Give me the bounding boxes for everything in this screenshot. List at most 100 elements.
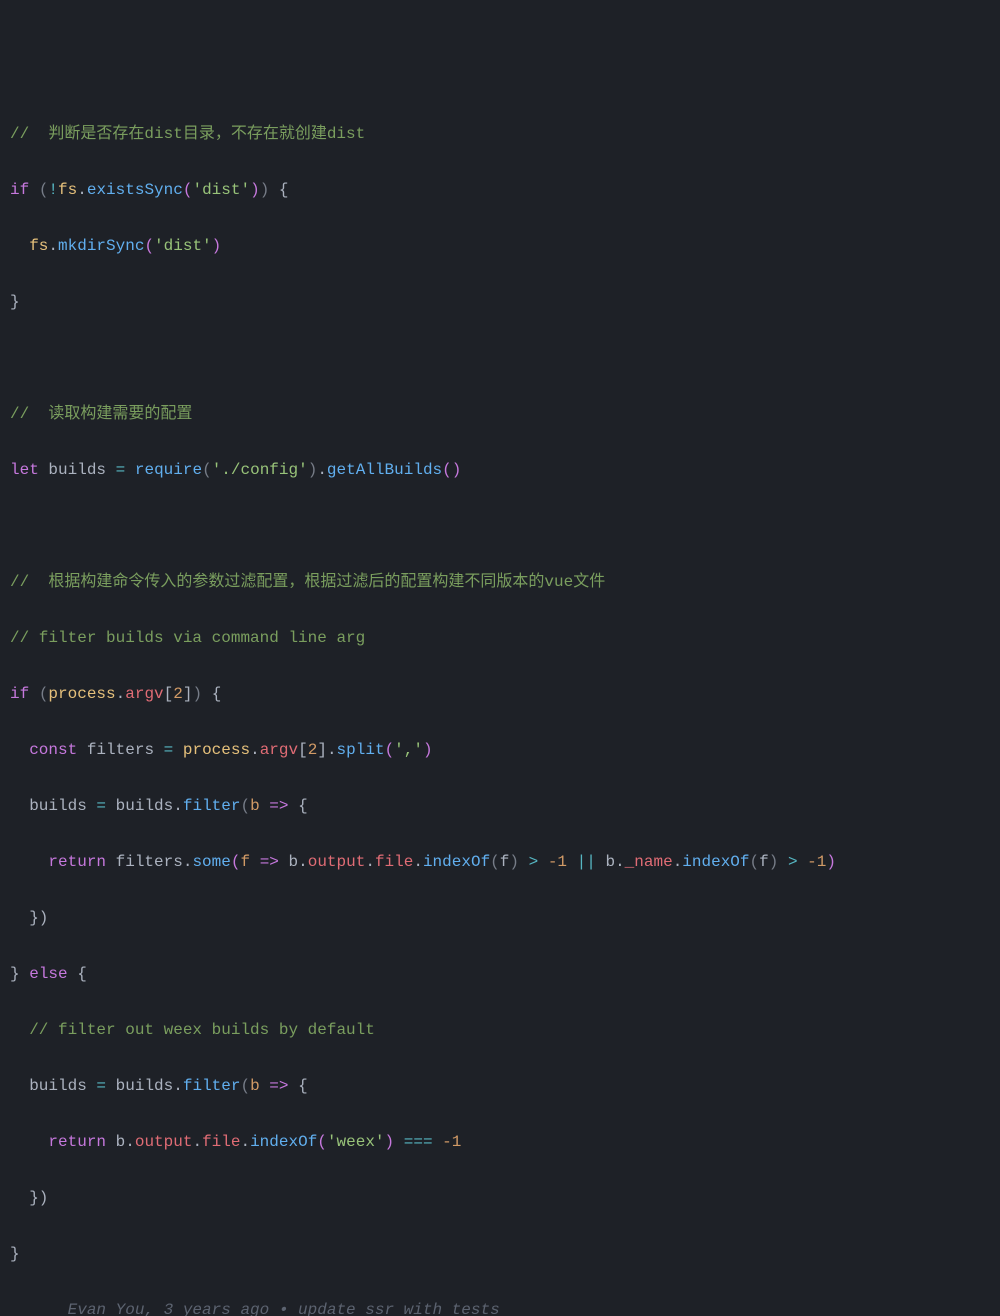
code-line: // filter out weex builds by default — [10, 1016, 990, 1044]
fs-object: fs — [29, 237, 48, 255]
code-line: } — [10, 288, 990, 316]
number: 2 — [173, 685, 183, 703]
code-line: return filters.some(f => b.output.file.i… — [10, 848, 990, 876]
equals-operator: === — [404, 1133, 433, 1151]
variable: builds — [29, 1077, 87, 1095]
argv-property: argv — [260, 741, 298, 759]
param: b — [250, 797, 260, 815]
equals: = — [96, 797, 106, 815]
code-line — [10, 344, 990, 372]
comment: // filter builds via command line arg — [10, 629, 365, 647]
equals: = — [116, 461, 126, 479]
variable: b — [116, 1133, 126, 1151]
code-line: return b.output.file.indexOf('weex') ===… — [10, 1128, 990, 1156]
code-line: // 根据构建命令传入的参数过滤配置，根据过滤后的配置构建不同版本的vue文件 — [10, 568, 990, 596]
code-editor[interactable]: // 判断是否存在dist目录，不存在就创建dist if (!fs.exist… — [10, 92, 990, 1316]
not-operator: ! — [48, 181, 58, 199]
code-line: const filters = process.argv[2].split(',… — [10, 736, 990, 764]
number: -1 — [807, 853, 826, 871]
process-object: process — [48, 685, 115, 703]
code-line: // 判断是否存在dist目录，不存在就创建dist — [10, 120, 990, 148]
string-literal: ',' — [394, 741, 423, 759]
brace: { — [77, 965, 87, 983]
const-keyword: const — [29, 741, 77, 759]
variable: filters — [116, 853, 183, 871]
filter-method: filter — [183, 1077, 241, 1095]
param: b — [250, 1077, 260, 1095]
param: f — [240, 853, 250, 871]
code-line: fs.mkdirSync('dist') — [10, 232, 990, 260]
if-keyword: if — [10, 685, 29, 703]
variable: b — [605, 853, 615, 871]
property: file — [202, 1133, 240, 1151]
return-keyword: return — [48, 1133, 106, 1151]
variable: f — [500, 853, 510, 871]
else-keyword: else — [29, 965, 67, 983]
fs-object: fs — [58, 181, 77, 199]
gt-operator: > — [788, 853, 798, 871]
brace: } — [10, 293, 20, 311]
close: }) — [29, 1189, 48, 1207]
brace: } — [10, 965, 20, 983]
property: file — [375, 853, 413, 871]
process-object: process — [183, 741, 250, 759]
return-keyword: return — [48, 853, 106, 871]
gitlens-annotation: Evan You, 3 years ago • update ssr with … — [10, 1296, 990, 1316]
property: output — [135, 1133, 193, 1151]
code-line: if (!fs.existsSync('dist')) { — [10, 176, 990, 204]
comment: // 根据构建命令传入的参数过滤配置，根据过滤后的配置构建不同版本的vue文件 — [10, 573, 605, 591]
number: 2 — [308, 741, 318, 759]
string-literal: 'dist' — [154, 237, 212, 255]
or-operator: || — [577, 853, 596, 871]
code-line: } else { — [10, 960, 990, 988]
number: -1 — [442, 1133, 461, 1151]
property: _name — [625, 853, 673, 871]
getallbuilds-method: getAllBuilds — [327, 461, 442, 479]
close: }) — [29, 909, 48, 927]
comment: // 判断是否存在dist目录，不存在就创建dist — [10, 125, 365, 143]
brace: } — [10, 1245, 20, 1263]
code-line: builds = builds.filter(b => { — [10, 1072, 990, 1100]
code-line: let builds = require('./config').getAllB… — [10, 456, 990, 484]
comment: // filter out weex builds by default — [29, 1021, 375, 1039]
variable: f — [759, 853, 769, 871]
comment: // 读取构建需要的配置 — [10, 405, 192, 423]
variable: builds — [116, 797, 174, 815]
require-function: require — [135, 461, 202, 479]
mkdirsync-method: mkdirSync — [58, 237, 144, 255]
indexof-method: indexOf — [423, 853, 490, 871]
property: output — [308, 853, 366, 871]
if-keyword: if — [10, 181, 29, 199]
arrow: => — [269, 1077, 288, 1095]
string-literal: './config' — [212, 461, 308, 479]
split-method: split — [337, 741, 385, 759]
gt-operator: > — [529, 853, 539, 871]
string-literal: 'weex' — [327, 1133, 385, 1151]
string-literal: 'dist' — [192, 181, 250, 199]
indexof-method: indexOf — [682, 853, 749, 871]
variable: b — [289, 853, 299, 871]
variable: builds — [116, 1077, 174, 1095]
equals: = — [164, 741, 174, 759]
code-line: }) — [10, 1184, 990, 1212]
code-line: }) — [10, 904, 990, 932]
code-line: } — [10, 1240, 990, 1268]
equals: = — [96, 1077, 106, 1095]
arrow: => — [260, 853, 279, 871]
filter-method: filter — [183, 797, 241, 815]
variable: builds — [29, 797, 87, 815]
let-keyword: let — [10, 461, 39, 479]
existssync-method: existsSync — [87, 181, 183, 199]
variable: builds — [48, 461, 106, 479]
code-line: // 读取构建需要的配置 — [10, 400, 990, 428]
some-method: some — [192, 853, 230, 871]
indexof-method: indexOf — [250, 1133, 317, 1151]
variable: filters — [87, 741, 154, 759]
code-line: builds = builds.filter(b => { — [10, 792, 990, 820]
code-line: if (process.argv[2]) { — [10, 680, 990, 708]
arrow: => — [269, 797, 288, 815]
code-line — [10, 512, 990, 540]
number: -1 — [548, 853, 567, 871]
code-line: // filter builds via command line arg — [10, 624, 990, 652]
argv-property: argv — [125, 685, 163, 703]
